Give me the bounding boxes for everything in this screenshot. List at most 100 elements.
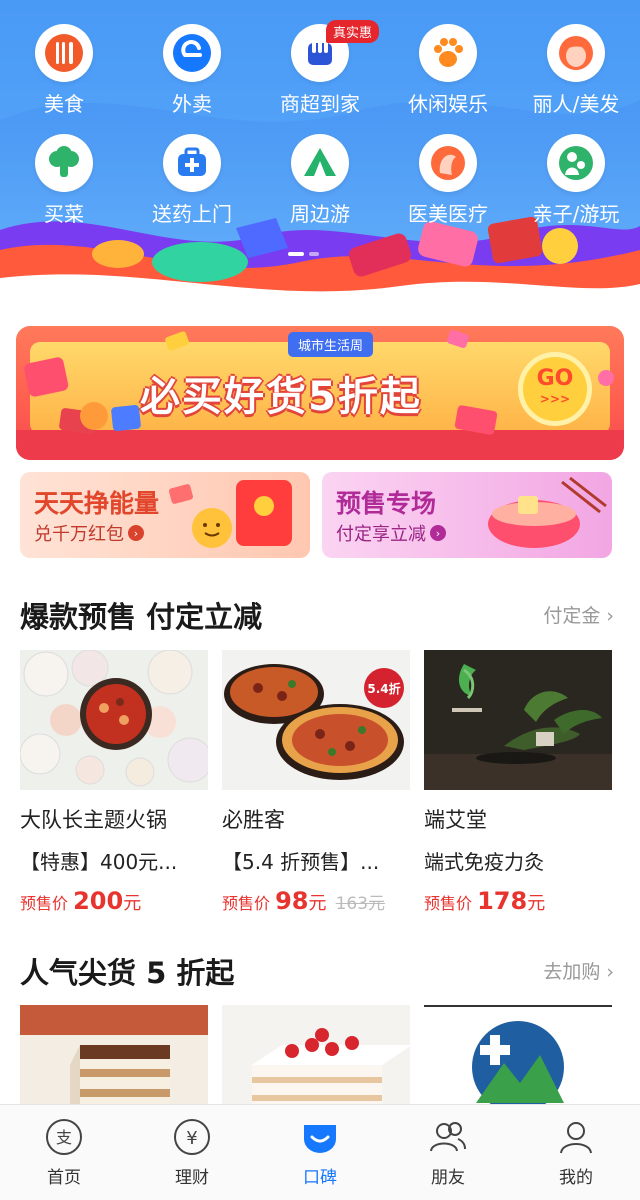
- category-leisure[interactable]: 休闲娱乐: [384, 24, 512, 117]
- category-nearby-travel[interactable]: 周边游: [256, 134, 384, 227]
- tab-label: 理财: [175, 1168, 209, 1188]
- chevron-right-icon: ›: [606, 961, 614, 983]
- tent-icon: [291, 134, 349, 192]
- tab-koubei[interactable]: 口碑: [256, 1105, 384, 1200]
- card-title: 天天挣能量: [34, 489, 160, 518]
- promo-tag: 城市生活周: [288, 332, 374, 357]
- pizza-image: 5.4折: [222, 650, 410, 790]
- category-label: 送药上门: [152, 202, 232, 226]
- utensils-icon: [35, 24, 93, 82]
- price-value: 98: [275, 887, 309, 915]
- product-desc: 【特惠】400元...: [20, 850, 178, 874]
- chevron-right-icon: ›: [606, 605, 614, 627]
- add-to-cart-link[interactable]: 去加购 ›: [543, 957, 614, 984]
- category-medicine[interactable]: 送药上门: [128, 134, 256, 227]
- popular-product-pharmacy[interactable]: [424, 1005, 612, 1115]
- tab-label: 朋友: [431, 1168, 465, 1188]
- product-card-pizza-hut[interactable]: 5.4折 必胜客 【5.4 折预售】... 预售价 98元 163元: [222, 650, 410, 915]
- product-name: 必胜客: [222, 808, 285, 832]
- broccoli-icon: [35, 134, 93, 192]
- category-supermarket[interactable]: 真实惠 商超到家: [256, 20, 384, 117]
- tab-me[interactable]: 我的: [512, 1105, 640, 1200]
- original-price: 163元: [335, 894, 386, 914]
- pay-deposit-link[interactable]: 付定金 ›: [543, 601, 614, 628]
- svg-text:支: 支: [56, 1128, 72, 1147]
- tab-label: 首页: [47, 1168, 81, 1188]
- chevron-right-icon: ›: [128, 525, 144, 541]
- tab-home[interactable]: 支 首页: [0, 1105, 128, 1200]
- price-label: 预售价: [222, 894, 271, 913]
- pharmacy-logo-image: [424, 1005, 612, 1115]
- go-arrows: >>>: [539, 392, 571, 406]
- tab-friends[interactable]: 朋友: [384, 1105, 512, 1200]
- profile-icon: [556, 1117, 596, 1157]
- category-label: 休闲娱乐: [408, 92, 488, 116]
- medicine-kit-icon: [163, 134, 221, 192]
- chevron-right-icon: ›: [430, 525, 446, 541]
- presale-zone-card[interactable]: 预售专场 付定享立减 ›: [322, 472, 612, 558]
- hotpot-image: [20, 650, 208, 790]
- red-envelope-sun-illustration: [168, 480, 292, 548]
- category-label: 美食: [44, 92, 84, 116]
- product-desc: 端式免疫力灸: [424, 850, 544, 874]
- price-label: 预售价: [20, 894, 69, 913]
- price-label: 预售价: [424, 894, 473, 913]
- yuan-coin-icon: ¥: [172, 1117, 212, 1157]
- category-parent-child[interactable]: 亲子/游玩: [512, 134, 640, 227]
- category-food[interactable]: 美食: [0, 24, 128, 117]
- popular-section-title: 人气尖货 5 折起: [20, 956, 235, 990]
- discount-badge: 5.4折: [364, 668, 404, 708]
- category-takeout[interactable]: 外卖: [128, 24, 256, 117]
- parent-child-icon: [547, 134, 605, 192]
- card-subtitle-text: 兑千万红包: [34, 524, 124, 545]
- category-label: 亲子/游玩: [532, 202, 620, 226]
- hero-banner: 美食 外卖 真实惠 商超到家 休闲娱乐 丽人/美发 买菜 送药上门 周边游 医美…: [0, 0, 640, 312]
- category-groceries[interactable]: 买菜: [0, 134, 128, 227]
- popular-product-tiramisu[interactable]: [20, 1005, 208, 1115]
- carousel-dot-active: [288, 252, 304, 256]
- hotpot-bowl-illustration: [488, 476, 607, 548]
- daily-energy-card[interactable]: 天天挣能量 兑千万红包 ›: [20, 472, 310, 558]
- product-price: 预售价 178元: [424, 887, 612, 915]
- category-label: 丽人/美发: [532, 92, 620, 116]
- tab-label: 我的: [559, 1168, 593, 1188]
- tab-label: 口碑: [303, 1168, 337, 1188]
- product-name: 端艾堂: [424, 808, 487, 832]
- duanaitang-image: [424, 650, 612, 790]
- card-subtitle: 兑千万红包 ›: [34, 520, 144, 546]
- product-name: 大队长主题火锅: [20, 808, 167, 832]
- strawberry-cake-image: [222, 1005, 410, 1115]
- takeout-e-icon: [163, 24, 221, 82]
- product-price: 预售价 200元: [20, 887, 208, 915]
- svg-text:¥: ¥: [186, 1128, 197, 1149]
- category-label: 商超到家: [280, 92, 360, 116]
- go-button[interactable]: GO >>>: [518, 352, 592, 426]
- carousel-dot: [309, 252, 319, 256]
- category-label: 周边游: [290, 202, 350, 226]
- category-beauty[interactable]: 丽人/美发: [512, 24, 640, 117]
- category-medical-beauty[interactable]: 医美医疗: [384, 134, 512, 227]
- city-life-week-banner[interactable]: 城市生活周 必买好货5折起 GO >>>: [16, 326, 624, 460]
- alipay-home-icon: 支: [44, 1117, 84, 1157]
- category-label: 外卖: [172, 92, 212, 116]
- price-unit: 元: [308, 893, 327, 914]
- price-value: 200: [73, 887, 124, 915]
- tab-wealth[interactable]: ¥ 理财: [128, 1105, 256, 1200]
- presale-section-title: 爆款预售 付定立减: [20, 600, 263, 634]
- product-card-duanaitang[interactable]: 端艾堂 端式免疫力灸 预售价 178元: [424, 650, 612, 915]
- price-unit: 元: [527, 893, 546, 914]
- koubei-smile-icon: [300, 1117, 340, 1157]
- product-card-hotpot[interactable]: 大队长主题火锅 【特惠】400元... 预售价 200元: [20, 650, 208, 915]
- card-title: 预售专场: [336, 489, 437, 518]
- product-price: 预售价 98元 163元: [222, 887, 410, 915]
- go-label: GO: [536, 366, 574, 391]
- more-link-label: 去加购: [543, 961, 601, 983]
- price-value: 178: [477, 887, 528, 915]
- beauty-face-icon: [547, 24, 605, 82]
- carousel-dots: [288, 252, 319, 256]
- popular-product-strawberry-cake[interactable]: [222, 1005, 410, 1115]
- product-desc: 【5.4 折预售】...: [222, 850, 380, 874]
- paw-icon: [419, 24, 477, 82]
- category-label: 买菜: [44, 202, 84, 226]
- price-unit: 元: [123, 893, 142, 914]
